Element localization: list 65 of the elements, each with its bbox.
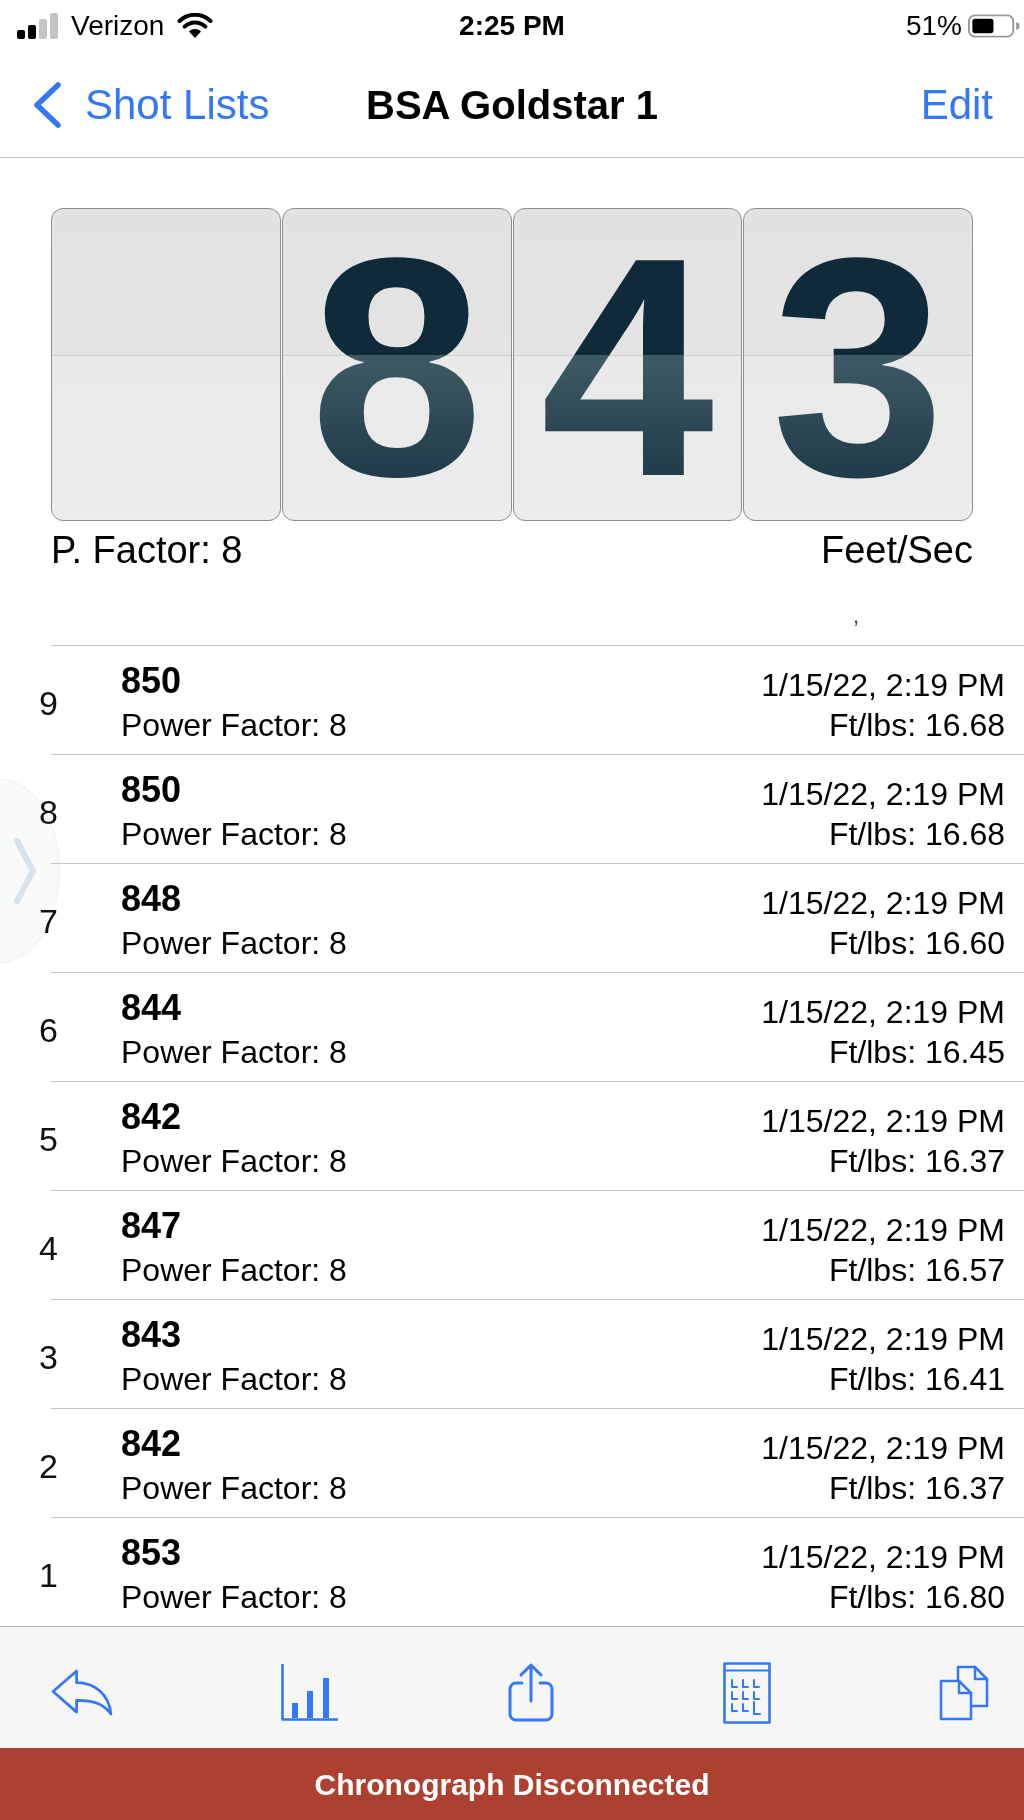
edit-button[interactable]: Edit [920, 79, 993, 130]
shot-timestamp: 1/15/22, 2:19 PM [761, 1320, 1005, 1359]
shot-timestamp: 1/15/22, 2:19 PM [761, 1429, 1005, 1468]
velocity-value: 842 [121, 1097, 182, 1137]
power-factor-text: Power Factor: 8 [121, 1360, 347, 1399]
shot-timestamp: 1/15/22, 2:19 PM [761, 775, 1005, 814]
reply-icon[interactable] [50, 1668, 113, 1717]
shot-timestamp: 1/15/22, 2:19 PM [761, 884, 1005, 923]
power-factor-label: P. Factor: 8 [51, 528, 243, 572]
energy-text: Ft/lbs: 16.37 [828, 1469, 1005, 1508]
power-factor-text: Power Factor: 8 [121, 1578, 347, 1617]
shot-timestamp: 1/15/22, 2:19 PM [761, 993, 1005, 1032]
shot-number: 9 [39, 683, 58, 723]
share-icon[interactable] [506, 1662, 555, 1723]
status-time: 2:25 PM [459, 9, 565, 43]
power-factor-text: Power Factor: 8 [121, 1033, 347, 1072]
velocity-value: 844 [121, 988, 182, 1028]
connection-status-banner: Chronograph Disconnected [0, 1748, 1024, 1820]
bar-chart-icon[interactable] [281, 1664, 339, 1721]
shot-number: 5 [39, 1119, 58, 1159]
energy-text: Ft/lbs: 16.60 [828, 924, 1005, 963]
velocity-value: 848 [121, 879, 182, 919]
velocity-value: 842 [121, 1424, 182, 1464]
battery-percentage: 51% [905, 9, 962, 43]
energy-text: Ft/lbs: 16.68 [828, 815, 1005, 854]
velocity-unit-label: Feet/Sec [820, 528, 973, 572]
chevron-right-icon [14, 838, 36, 904]
shot-number: 7 [39, 901, 58, 941]
carrier-name: Verizon [71, 9, 165, 43]
documents-icon[interactable] [939, 1664, 989, 1721]
velocity-value: 850 [121, 770, 182, 810]
shot-number: 6 [39, 1010, 58, 1050]
shot-number: 3 [39, 1337, 58, 1377]
battery-icon [968, 13, 1020, 39]
power-factor-text: Power Factor: 8 [121, 1142, 347, 1181]
power-factor-text: Power Factor: 8 [121, 706, 347, 745]
wifi-icon [177, 13, 214, 39]
signal-icon [17, 13, 60, 39]
energy-text: Ft/lbs: 16.45 [828, 1033, 1005, 1072]
power-factor-text: Power Factor: 8 [121, 815, 347, 854]
power-factor-text: Power Factor: 8 [121, 924, 347, 963]
shot-timestamp: 1/15/22, 2:19 PM [761, 1211, 1005, 1250]
calculator-icon[interactable] [722, 1661, 771, 1724]
nav-title: BSA Goldstar 1 [366, 81, 658, 129]
shot-timestamp: 1/15/22, 2:19 PM [761, 1102, 1005, 1141]
shot-timestamp: 1/15/22, 2:19 PM [761, 1538, 1005, 1577]
velocity-value: 843 [121, 1315, 182, 1355]
energy-text: Ft/lbs: 16.41 [828, 1360, 1005, 1399]
back-button[interactable]: Shot Lists [33, 79, 270, 130]
velocity-value: 847 [121, 1206, 182, 1246]
shot-number: 4 [39, 1228, 58, 1268]
energy-text: Ft/lbs: 16.57 [828, 1251, 1005, 1290]
power-factor-text: Power Factor: 8 [121, 1251, 347, 1290]
shot-number: 8 [39, 792, 58, 832]
shot-number: 1 [39, 1555, 58, 1595]
shot-number: 2 [39, 1446, 58, 1486]
header-mark: , [853, 605, 860, 627]
back-chevron-icon [33, 81, 62, 128]
velocity-value: 850 [121, 661, 182, 701]
energy-text: Ft/lbs: 16.37 [828, 1142, 1005, 1181]
shot-timestamp: 1/15/22, 2:19 PM [761, 666, 1005, 705]
power-factor-text: Power Factor: 8 [121, 1469, 347, 1508]
energy-text: Ft/lbs: 16.80 [828, 1578, 1005, 1617]
energy-text: Ft/lbs: 16.68 [828, 706, 1005, 745]
velocity-value: 853 [121, 1533, 182, 1573]
